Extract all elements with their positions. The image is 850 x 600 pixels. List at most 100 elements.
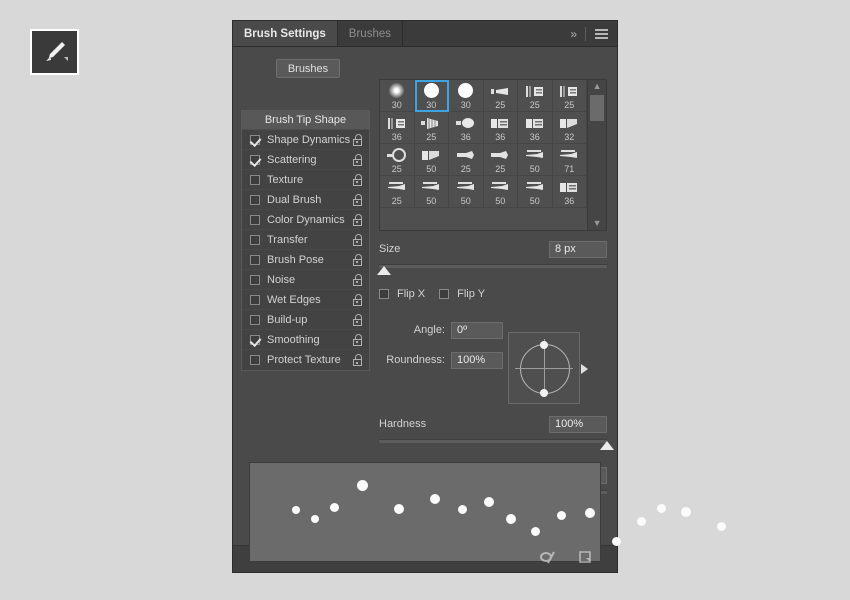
brush-option-checkbox[interactable] (250, 274, 260, 285)
brush-option-checkbox[interactable] (250, 294, 260, 305)
brush-preset-cell[interactable]: 50 (483, 176, 519, 208)
roundness-input[interactable]: 100% (451, 351, 503, 369)
brush-preset-cell[interactable]: 25 (414, 112, 450, 144)
brush-option-row[interactable]: Smoothing (242, 330, 369, 350)
flip-y-box[interactable] (439, 289, 450, 299)
brush-tip-shape-header[interactable]: Brush Tip Shape (242, 111, 369, 130)
brush-preset-cell[interactable]: 71 (552, 144, 588, 176)
brush-preset-cell[interactable]: 30 (414, 80, 450, 112)
brush-preset-size: 30 (426, 100, 437, 110)
unlocked-padlock-icon[interactable] (353, 273, 363, 286)
brush-preset-cell[interactable]: 25 (483, 80, 519, 112)
brush-option-checkbox[interactable] (250, 334, 260, 345)
dial-handle-top[interactable] (540, 341, 548, 349)
brush-option-row[interactable]: Color Dynamics (242, 210, 369, 230)
scrollbar-track[interactable] (588, 91, 606, 219)
brush-preset-cell[interactable]: 25 (518, 80, 553, 112)
flip-x-box[interactable] (379, 289, 389, 299)
size-input[interactable]: 8 px (549, 240, 607, 258)
brush-option-checkbox[interactable] (250, 194, 260, 205)
brush-preset-cell[interactable]: 50 (414, 144, 450, 176)
dial-handle-bottom[interactable] (540, 389, 548, 397)
brush-preset-cell[interactable]: 25 (449, 144, 484, 176)
toggle-pressure-icon[interactable] (539, 549, 559, 570)
shape-controls: Flip X Flip Y Angle: 0º Roundness: 100% (379, 284, 607, 412)
flip-x-checkbox[interactable]: Flip X (379, 288, 425, 300)
dial-angle-arrow-icon[interactable] (581, 364, 588, 374)
brush-preset-cell[interactable]: 36 (483, 112, 519, 144)
flip-row: Flip X Flip Y (379, 284, 607, 304)
brush-preset-cell[interactable]: 25 (552, 80, 588, 112)
scrollbar-thumb[interactable] (590, 95, 604, 121)
unlocked-padlock-icon[interactable] (353, 293, 363, 306)
hardness-slider[interactable] (379, 438, 614, 451)
unlocked-padlock-icon[interactable] (353, 233, 363, 246)
unlocked-padlock-icon[interactable] (353, 133, 363, 146)
brush-preset-cell[interactable]: 30 (449, 80, 484, 112)
brush-option-row[interactable]: Build-up (242, 310, 369, 330)
brush-preset-cell[interactable]: 50 (449, 176, 484, 208)
chevron-up-icon[interactable]: ▲ (593, 82, 602, 91)
brush-settings-panel: Brush Settings Brushes » Brushes Brush T… (232, 20, 726, 573)
brush-preset-cell[interactable]: 25 (380, 176, 415, 208)
unlocked-padlock-icon[interactable] (353, 173, 363, 186)
new-brush-preset-icon[interactable] (578, 549, 594, 570)
flip-y-checkbox[interactable]: Flip Y (439, 288, 485, 300)
angle-input[interactable]: 0º (451, 321, 503, 339)
brush-option-row[interactable]: Wet Edges (242, 290, 369, 310)
unlocked-padlock-icon[interactable] (353, 313, 363, 326)
brush-option-checkbox[interactable] (250, 234, 260, 245)
tab-brushes[interactable]: Brushes (338, 21, 403, 46)
brush-option-row[interactable]: Shape Dynamics (242, 130, 369, 150)
preview-dot (484, 497, 494, 507)
brush-option-row[interactable]: Transfer (242, 230, 369, 250)
brush-preset-cell[interactable]: 36 (449, 112, 484, 144)
unlocked-padlock-icon[interactable] (353, 193, 363, 206)
unlocked-padlock-icon[interactable] (353, 253, 363, 266)
brush-preset-cell[interactable]: 50 (518, 144, 553, 176)
brush-preset-size: 50 (529, 196, 540, 206)
brush-option-row[interactable]: Noise (242, 270, 369, 290)
brush-option-checkbox[interactable] (250, 174, 260, 185)
brush-preset-cell[interactable]: 30 (380, 80, 415, 112)
tab-brush-settings[interactable]: Brush Settings (233, 21, 338, 46)
brush-option-row[interactable]: Protect Texture (242, 350, 369, 370)
brush-preset-cell[interactable]: 32 (552, 112, 588, 144)
brush-option-row[interactable]: Texture (242, 170, 369, 190)
brush-option-row[interactable]: Brush Pose (242, 250, 369, 270)
hamburger-menu-icon[interactable] (595, 28, 608, 39)
brush-preset-cell[interactable]: 50 (414, 176, 450, 208)
brush-option-checkbox[interactable] (250, 254, 260, 265)
brush-option-checkbox[interactable] (250, 314, 260, 325)
brush-option-checkbox[interactable] (250, 134, 260, 145)
size-slider[interactable] (376, 263, 607, 276)
unlocked-padlock-icon[interactable] (353, 333, 363, 346)
preview-dot (356, 479, 368, 491)
unlocked-padlock-icon[interactable] (353, 153, 363, 166)
brush-option-row[interactable]: Scattering (242, 150, 369, 170)
brush-option-row[interactable]: Dual Brush (242, 190, 369, 210)
brush-grid-scrollbar[interactable]: ▲ ▼ (587, 80, 606, 230)
preview-dot (656, 503, 666, 513)
brush-preset-cell[interactable]: 36 (380, 112, 415, 144)
chevron-double-right-icon[interactable]: » (570, 27, 577, 41)
size-slider-thumb[interactable] (376, 266, 391, 275)
angle-roundness-dial[interactable] (508, 332, 588, 404)
brush-preset-cell[interactable]: 36 (552, 176, 588, 208)
roundness-label: Roundness: (386, 354, 445, 366)
unlocked-padlock-icon[interactable] (353, 213, 363, 226)
roundness-value: 100% (457, 354, 486, 366)
brush-preset-cell[interactable]: 25 (380, 144, 415, 176)
brush-preset-cell[interactable]: 36 (518, 112, 553, 144)
hardness-input[interactable]: 100% (549, 415, 607, 433)
unlocked-padlock-icon[interactable] (353, 354, 363, 366)
brush-tool-button[interactable] (30, 29, 79, 75)
chevron-down-icon[interactable]: ▼ (593, 219, 602, 228)
brushes-button[interactable]: Brushes (276, 59, 340, 78)
brush-preset-cell[interactable]: 25 (483, 144, 519, 176)
brush-option-checkbox[interactable] (250, 214, 260, 225)
brush-preset-cell[interactable]: 50 (518, 176, 553, 208)
brush-option-checkbox[interactable] (250, 355, 260, 365)
hardness-slider-thumb[interactable] (600, 441, 614, 450)
brush-option-checkbox[interactable] (250, 154, 260, 165)
